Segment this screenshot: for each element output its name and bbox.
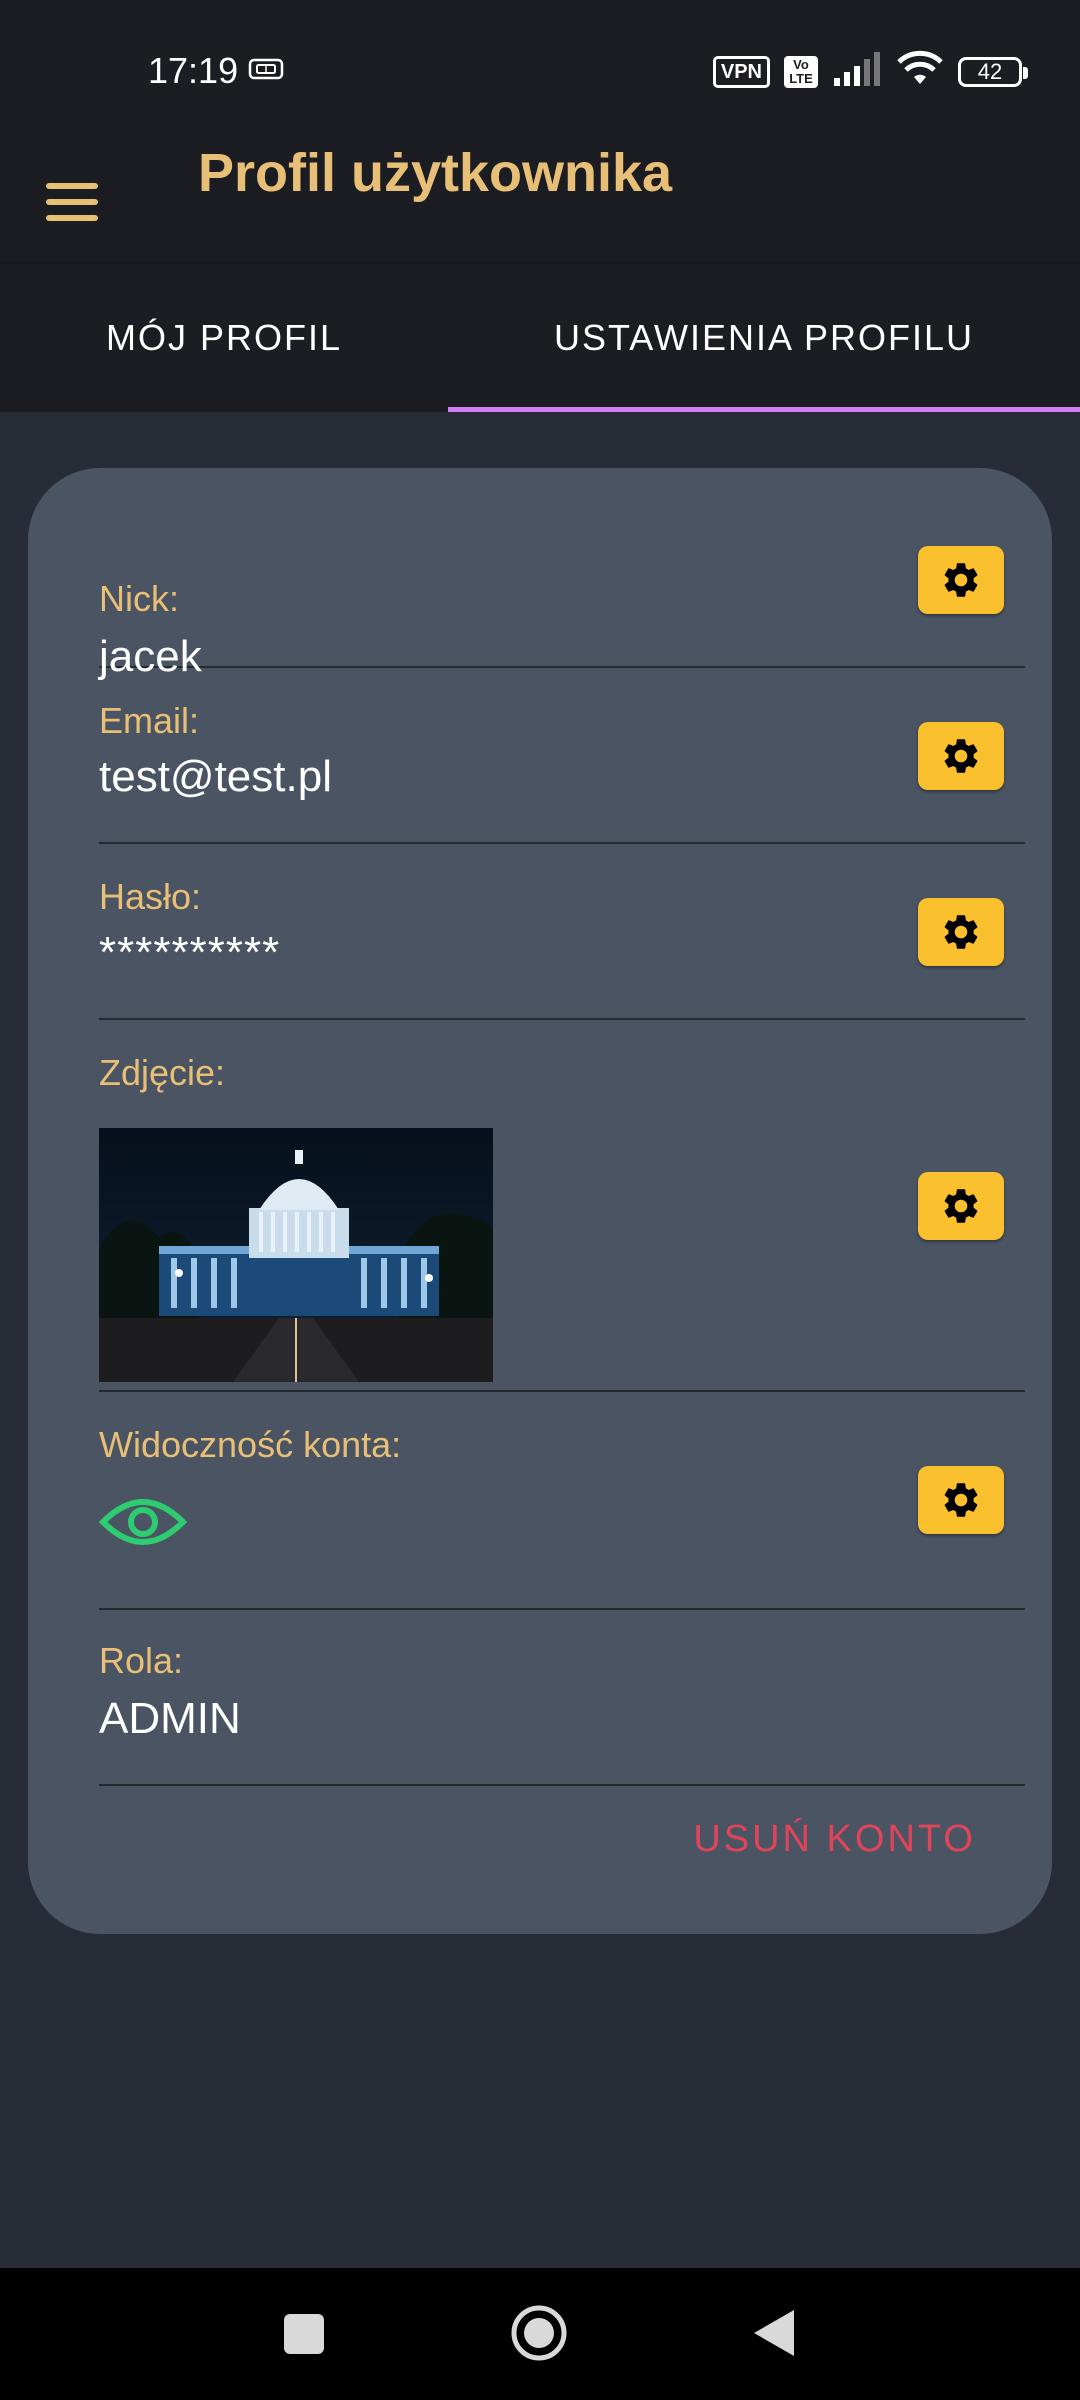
page-title: Profil użytkownika — [198, 143, 673, 203]
tab-label: USTAWIENIA PROFILU — [553, 317, 975, 358]
profile-settings-card: Nick: jacek Email: test@test.pl Hasło: *… — [28, 468, 1052, 1934]
password-label: Hasło: — [99, 876, 202, 917]
volte-badge: Vo LTE — [784, 55, 818, 88]
password-row: Hasło: ********** — [99, 844, 1025, 1020]
vpn-badge: VPN — [712, 55, 770, 88]
edit-photo-button[interactable] — [918, 1172, 1004, 1240]
status-bar: 17:19 VPN Vo LTE 42 — [0, 0, 1080, 140]
role-value: ADMIN — [99, 1694, 241, 1743]
gear-icon — [944, 563, 978, 597]
nick-row: Nick: jacek — [99, 520, 1025, 681]
photo-row: Zdjęcie: — [99, 1020, 1025, 1392]
signal-icon — [832, 52, 882, 91]
email-label: Email: — [99, 700, 200, 741]
tab-indicator — [448, 407, 1080, 412]
gear-icon — [944, 915, 978, 949]
edit-visibility-button[interactable] — [918, 1466, 1004, 1534]
back-button[interactable] — [752, 2308, 796, 2363]
tab-label: MÓJ PROFIL — [105, 317, 343, 358]
edit-nick-button[interactable] — [918, 546, 1004, 614]
role-label: Rola: — [99, 1640, 184, 1681]
eye-icon — [98, 1492, 188, 1557]
sim-card-icon — [248, 58, 284, 85]
nick-label: Nick: — [99, 578, 179, 619]
tab-bar: MÓJ PROFIL USTAWIENIA PROFILU — [0, 264, 1080, 412]
password-value: ********** — [99, 928, 281, 977]
edit-email-button[interactable] — [918, 722, 1004, 790]
tab-profile-settings[interactable]: USTAWIENIA PROFILU — [448, 264, 1080, 412]
delete-account-button[interactable]: USUŃ KONTO — [693, 1818, 976, 1861]
photo-label: Zdjęcie: — [99, 1052, 226, 1093]
hamburger-menu-icon[interactable] — [46, 162, 110, 242]
gear-icon — [944, 1189, 978, 1223]
profile-photo[interactable] — [99, 1128, 493, 1382]
visibility-row: Widoczność konta: — [98, 1392, 1025, 1610]
gear-icon — [944, 1483, 978, 1517]
system-navigation-bar — [0, 2268, 1080, 2400]
battery-level: 42 — [977, 58, 1003, 84]
home-button[interactable] — [510, 2304, 568, 2367]
recent-apps-button[interactable] — [282, 2312, 326, 2361]
gear-icon — [944, 739, 978, 773]
status-time: 17:19 — [148, 50, 239, 91]
visibility-label: Widoczność konta: — [99, 1424, 402, 1465]
email-row: Email: test@test.pl — [99, 668, 1025, 844]
email-value: test@test.pl — [99, 752, 332, 801]
tab-my-profile[interactable]: MÓJ PROFIL — [0, 264, 448, 412]
wifi-icon — [896, 50, 944, 93]
edit-password-button[interactable] — [918, 898, 1004, 966]
battery-indicator: 42 — [958, 56, 1028, 87]
role-row: Rola: ADMIN — [99, 1610, 1025, 1786]
